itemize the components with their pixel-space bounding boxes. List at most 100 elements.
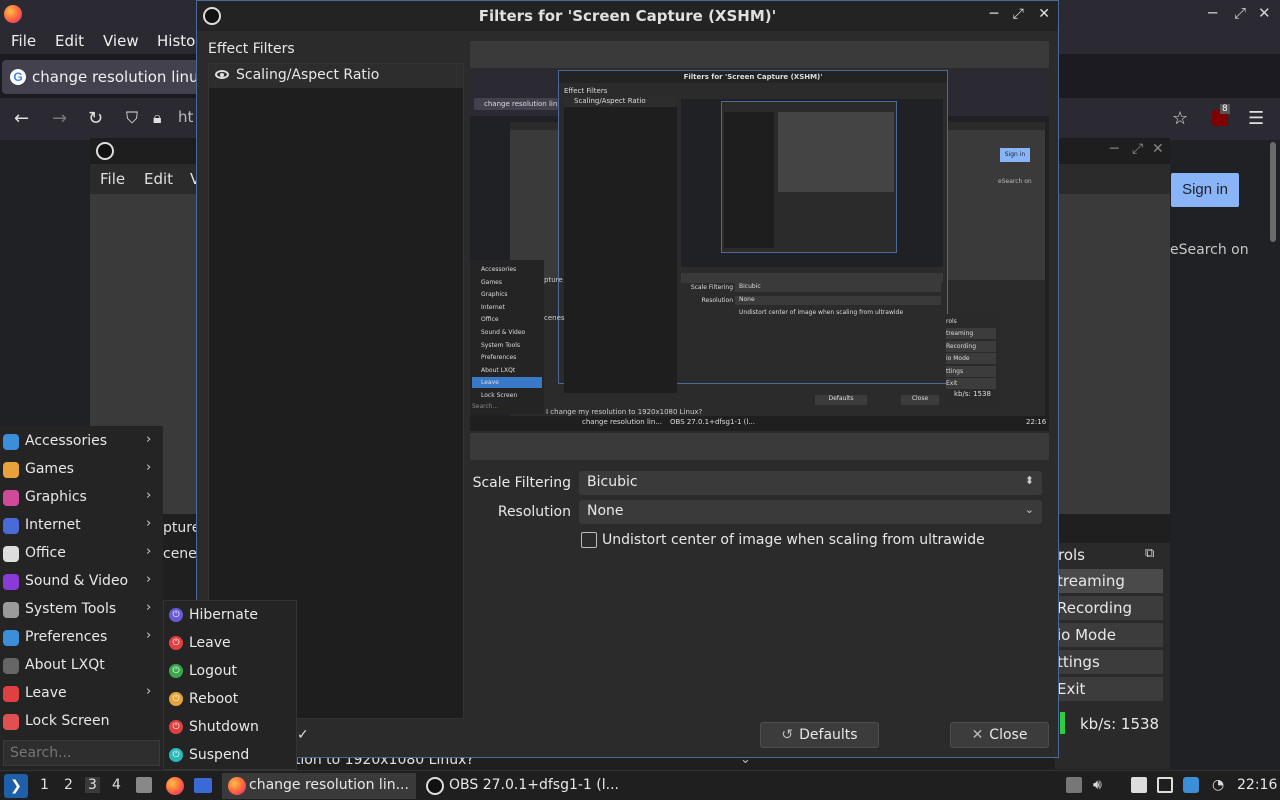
dialog-maximize-icon[interactable]: ⤢ (1013, 6, 1024, 22)
task-firefox[interactable]: change resolution lin... (222, 773, 416, 799)
preview-task-firefox: change resolution lin... (582, 418, 662, 426)
chevron-down-icon[interactable]: ⌄ (1025, 503, 1034, 516)
dialog-minimize-icon[interactable]: ─ (990, 6, 998, 22)
forward-icon[interactable]: → (52, 108, 67, 129)
preview-menu-search: Search... (472, 403, 499, 410)
hamburger-menu-icon[interactable]: ☰ (1248, 108, 1264, 129)
defaults-button[interactable]: ↺ Defaults (760, 722, 879, 748)
screen-icon[interactable] (1157, 777, 1173, 793)
browser-tab[interactable]: G change resolution linux (2, 60, 207, 94)
preview-bottom-bar (470, 433, 1049, 460)
preview-taskbar: change resolution lin... OBS 27.0.1+dfsg… (470, 416, 1049, 431)
close-button[interactable]: ✕ Close (950, 722, 1049, 748)
obs-main-close-icon[interactable]: ✕ (1152, 141, 1164, 157)
effect-filters-label: Effect Filters (208, 41, 295, 57)
sign-in-button[interactable]: Sign in (1171, 173, 1239, 207)
minimize-icon[interactable]: ─ (1208, 4, 1217, 22)
leave-option-label: Leave (189, 635, 231, 651)
firefox-launcher-icon[interactable] (166, 777, 184, 795)
preview-control: io Mode (946, 353, 996, 365)
menu-item-sound-video[interactable]: Sound & Video › (0, 567, 163, 595)
file-manager-icon[interactable] (136, 777, 152, 793)
undistort-checkbox[interactable] (581, 532, 597, 548)
menu-item-system-tools[interactable]: System Tools › (0, 595, 163, 623)
reload-icon[interactable]: ↻ (88, 108, 103, 129)
menu-item-lock-screen[interactable]: Lock Screen (0, 707, 163, 735)
menu-item-office[interactable]: Office › (0, 539, 163, 567)
desktop-3[interactable]: 3 (85, 777, 100, 793)
preview-tab: change resolution lin (474, 98, 558, 110)
leave-option-label: Suspend (189, 747, 250, 763)
menu-view[interactable]: View (103, 32, 139, 50)
studio-mode-button[interactable]: io Mode (1055, 623, 1163, 647)
start-menu-button[interactable]: ❯ (4, 774, 28, 798)
preview-resolution-label: Resolution (701, 297, 733, 304)
chevron-right-icon: › (146, 572, 152, 587)
preview-menu-item: Sound & Video (481, 329, 526, 336)
resolution-select[interactable]: None ⌄ (579, 500, 1042, 524)
close-icon[interactable]: ✕ (1258, 4, 1271, 22)
eye-icon[interactable] (215, 70, 229, 79)
leave-option-logout[interactable]: ⏻ Logout (164, 657, 296, 685)
obs-main-maximize-icon[interactable]: ⤢ (1132, 141, 1143, 157)
start-streaming-button[interactable]: treaming (1055, 569, 1163, 593)
dialog-close-icon[interactable]: ✕ (1038, 6, 1050, 22)
resolution-value: None (587, 503, 624, 519)
obs-menu-edit[interactable]: Edit (144, 170, 173, 188)
menu-item-internet[interactable]: Internet › (0, 511, 163, 539)
shield-icon[interactable]: ⛉ (126, 108, 138, 128)
leave-option-shutdown[interactable]: ⏻ Shutdown (164, 713, 296, 741)
menu-file[interactable]: File (11, 32, 36, 50)
show-desktop-icon[interactable] (194, 778, 212, 793)
spin-arrows-icon[interactable]: ⬍ (1025, 474, 1034, 487)
menu-item-preferences[interactable]: Preferences › (0, 623, 163, 651)
bookmark-star-icon[interactable]: ☆ (1172, 108, 1188, 129)
preview-menu-item: Office (481, 316, 499, 324)
update-notifier-icon[interactable] (1183, 777, 1199, 793)
logout-icon: ⏻ (169, 664, 183, 678)
menu-item-leave[interactable]: Leave › (0, 679, 163, 707)
url-field[interactable]: ht (178, 108, 193, 126)
back-icon[interactable]: ← (14, 108, 29, 129)
menu-item-graphics[interactable]: Graphics › (0, 483, 163, 511)
leave-option-hibernate[interactable]: ⏻ Hibernate (164, 601, 296, 629)
obs-main-minimize-icon[interactable]: ─ (1110, 141, 1118, 157)
leave-option-label: Shutdown (189, 719, 259, 735)
menu-search-input[interactable] (4, 741, 159, 765)
chevron-right-icon: › (146, 460, 152, 475)
menu-item-accessories[interactable]: Accessories › (0, 427, 163, 455)
obs-menu-file[interactable]: File (100, 170, 125, 188)
menu-edit[interactable]: Edit (55, 32, 84, 50)
desktop-2[interactable]: 2 (64, 777, 73, 793)
task-obs[interactable]: OBS 27.0.1+dfsg1-1 (l... (422, 773, 619, 799)
preview-menu-item: Accessories (481, 266, 517, 273)
leave-option-reboot[interactable]: ⏻ Reboot (164, 685, 296, 713)
leave-option-leave[interactable]: ⏻ Leave (164, 629, 296, 657)
start-recording-button[interactable]: Recording (1055, 596, 1163, 620)
leave-option-suspend[interactable]: ⏻ Suspend (164, 741, 296, 769)
preview-defaults: Defaults (815, 395, 867, 405)
maximize-icon[interactable]: ⤢ (1234, 4, 1246, 22)
preview-menu-item: Preferences (481, 354, 517, 362)
volume-icon[interactable]: 🔊︎ (1093, 777, 1109, 793)
clipboard-icon[interactable] (1131, 777, 1147, 793)
menu-history[interactable]: Histor (157, 32, 202, 50)
suspend-icon: ⏻ (169, 748, 183, 762)
undock-icon[interactable]: ⧉ (1145, 546, 1154, 561)
settings-button[interactable]: ttings (1055, 650, 1163, 674)
preview-close: Close (901, 395, 939, 405)
preview-control: treaming (946, 328, 996, 340)
menu-item-games[interactable]: Games › (0, 455, 163, 483)
network-icon[interactable]: ◔ (1212, 777, 1228, 793)
desktop-4[interactable]: 4 (112, 777, 121, 793)
menu-item-about-lxqt[interactable]: About LXQt (0, 651, 163, 679)
desktop-1[interactable]: 1 (40, 777, 49, 793)
menu-search[interactable] (3, 740, 160, 766)
scale-filtering-select[interactable]: Bicubic ⬍ (579, 471, 1042, 495)
filter-item-scaling[interactable]: Scaling/Aspect Ratio (209, 64, 463, 88)
firefox-icon (4, 5, 22, 23)
page-scrollbar[interactable] (1270, 142, 1276, 242)
exit-button[interactable]: Exit (1055, 677, 1163, 701)
tray-monitor-icon[interactable] (1066, 777, 1082, 793)
lock-icon[interactable]: 🔒︎ (153, 108, 162, 128)
